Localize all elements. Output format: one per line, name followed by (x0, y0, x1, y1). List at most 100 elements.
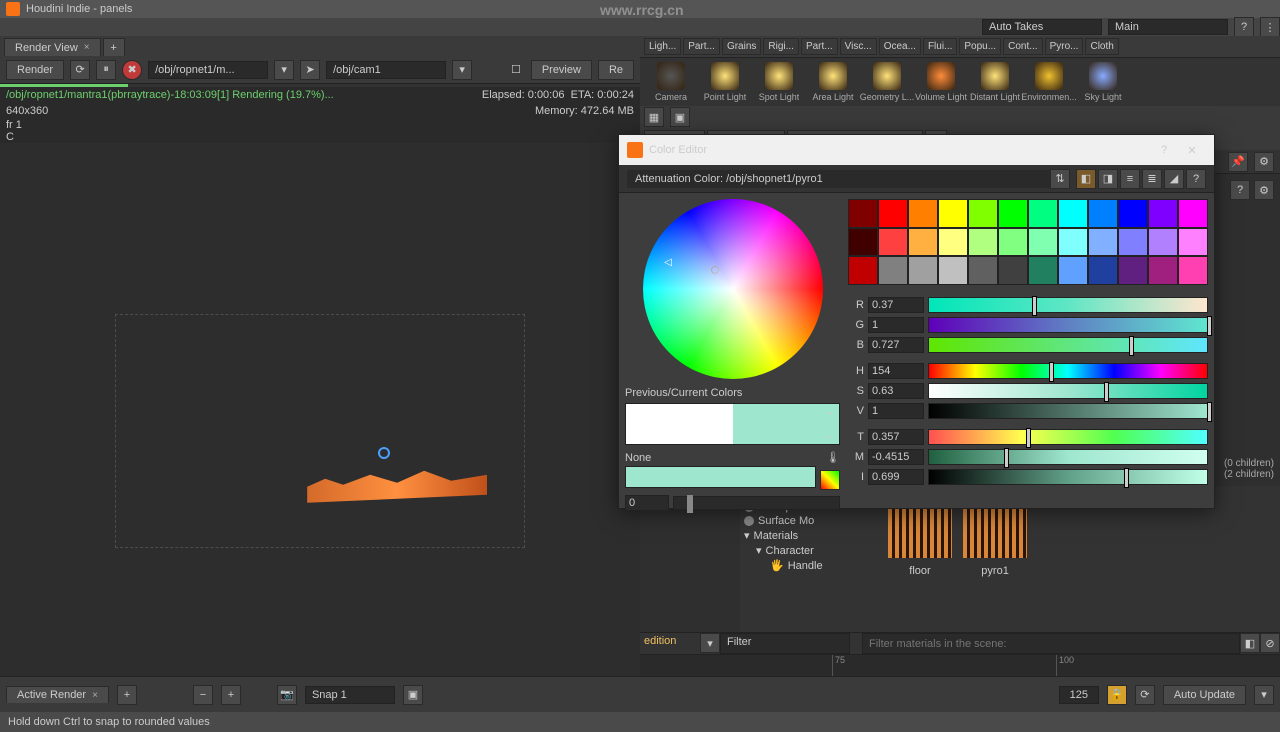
re-button[interactable]: Re (598, 60, 634, 80)
palette-swatch[interactable] (908, 256, 938, 285)
help-icon[interactable]: ? (1234, 17, 1254, 37)
tree-item[interactable]: ▾ Materials (740, 528, 880, 543)
channel-value[interactable]: 0.357 (868, 429, 924, 445)
color-wheel[interactable]: ◁ (643, 199, 823, 379)
palette-swatch[interactable] (1058, 256, 1088, 285)
tree-item[interactable]: 🖐 Handle (740, 558, 880, 573)
shelf-tool[interactable]: Camera (648, 62, 694, 102)
shelf-tool[interactable]: Sky Light (1080, 62, 1126, 102)
channel-slider[interactable] (928, 317, 1208, 333)
mode-icon[interactable]: ≡ (1120, 169, 1140, 189)
chevron-down-icon[interactable]: ▾ (274, 60, 294, 80)
channel-slider[interactable] (928, 337, 1208, 353)
palette-swatch[interactable] (1178, 256, 1208, 285)
shelf-tool[interactable]: Area Light (810, 62, 856, 102)
shelf-tab[interactable]: Pyro... (1045, 38, 1084, 55)
rop-path-field[interactable]: /obj/ropnet1/m... (148, 61, 268, 79)
shelf-tab[interactable]: Flui... (923, 38, 957, 55)
channel-slider[interactable] (928, 469, 1208, 485)
tree-item[interactable]: ▾ Character (740, 543, 880, 558)
palette-swatch[interactable] (938, 199, 968, 228)
render-viewport[interactable] (0, 143, 640, 676)
stop-icon[interactable]: ✖ (122, 60, 142, 80)
tab-active-render[interactable]: Active Render× (6, 686, 109, 703)
help-icon[interactable]: ? (1186, 169, 1206, 189)
palette-swatch[interactable] (968, 199, 998, 228)
shelf-tab[interactable]: Ligh... (644, 38, 681, 55)
shelf-tab[interactable]: Rigi... (763, 38, 799, 55)
gear-icon[interactable]: ⚙ (1254, 180, 1274, 200)
channel-slider[interactable] (928, 429, 1208, 445)
palette-swatch[interactable] (938, 256, 968, 285)
updown-icon[interactable]: ⇅ (1050, 169, 1070, 189)
palette-swatch[interactable] (1118, 199, 1148, 228)
palette-swatch[interactable] (938, 228, 968, 257)
shelf-tab[interactable]: Grains (722, 38, 761, 55)
auto-update-toggle[interactable]: Auto Update (1163, 685, 1246, 705)
eyedropper-icon[interactable]: ◢ (1164, 169, 1184, 189)
mode-icon[interactable]: ◧ (1076, 169, 1096, 189)
link-icon[interactable]: ▣ (403, 685, 423, 705)
pause-icon[interactable]: ⏸ (96, 60, 116, 80)
palette-preset-icon[interactable] (820, 470, 840, 490)
material-assign-icon[interactable]: ◧ (1240, 633, 1260, 653)
palette-swatch[interactable] (1118, 228, 1148, 257)
shelf-tool[interactable]: Distant Light (972, 62, 1018, 102)
palette-swatch[interactable] (1058, 199, 1088, 228)
mode-icon[interactable]: ◨ (1098, 169, 1118, 189)
palette-swatch[interactable] (908, 228, 938, 257)
plus-icon[interactable]: + (221, 685, 241, 705)
palette-swatch[interactable] (968, 256, 998, 285)
shelf-tab[interactable]: Cont... (1003, 38, 1042, 55)
palette-swatch[interactable] (848, 256, 878, 285)
channel-slider[interactable] (928, 297, 1208, 313)
palette-swatch[interactable] (848, 228, 878, 257)
channel-value[interactable]: 0.727 (868, 337, 924, 353)
palette-swatch[interactable] (908, 199, 938, 228)
palette-swatch[interactable] (1088, 228, 1118, 257)
menu-icon[interactable]: ⋮ (1260, 17, 1280, 37)
palette-swatch[interactable] (998, 256, 1028, 285)
snapshot-icon[interactable]: 📷 (277, 685, 297, 705)
help-icon[interactable]: ? (1150, 138, 1178, 162)
close-icon[interactable]: × (84, 42, 90, 53)
gear-icon[interactable]: ⚙ (1254, 152, 1274, 172)
palette-swatch[interactable] (1058, 228, 1088, 257)
snap-field[interactable]: Snap 1 (305, 686, 395, 704)
alpha-field[interactable] (625, 495, 669, 511)
shelf-tool[interactable]: Spot Light (756, 62, 802, 102)
channel-value[interactable]: 1 (868, 403, 924, 419)
palette-swatch[interactable] (1118, 256, 1148, 285)
palette-swatch[interactable] (1148, 228, 1178, 257)
palette-swatch[interactable] (848, 199, 878, 228)
close-icon[interactable]: ✕ (1178, 138, 1206, 162)
filter-materials-input[interactable] (862, 633, 1240, 654)
shelf-tab[interactable]: Part... (683, 38, 720, 55)
shelf-tool[interactable]: Point Light (702, 62, 748, 102)
palette-swatch[interactable] (878, 256, 908, 285)
shelf-tab[interactable]: Part... (801, 38, 838, 55)
chevron-down-icon[interactable]: ▾ (452, 60, 472, 80)
auto-takes-toggle[interactable]: Auto Takes (982, 19, 1102, 35)
shelf-tab[interactable]: Cloth (1085, 38, 1118, 55)
pane-icon[interactable]: ▣ (670, 107, 690, 127)
channel-value[interactable]: 0.699 (868, 469, 924, 485)
channel-slider[interactable] (928, 363, 1208, 379)
lock-icon[interactable]: 🔒 (1107, 685, 1127, 705)
prev-current-swatch[interactable]: →← (625, 403, 840, 445)
shelf-tab[interactable]: Visc... (840, 38, 877, 55)
palette-swatch[interactable] (1028, 199, 1058, 228)
color-editor-titlebar[interactable]: Color Editor ? ✕ (619, 135, 1214, 165)
palette-swatch[interactable] (878, 199, 908, 228)
chevron-down-icon[interactable]: ▾ (700, 633, 720, 653)
pane-icon[interactable]: ▦ (644, 107, 664, 127)
palette-swatch[interactable] (968, 228, 998, 257)
camera-path-field[interactable]: /obj/cam1 (326, 61, 446, 79)
channel-slider[interactable] (928, 383, 1208, 399)
chevron-down-icon[interactable]: ▾ (1254, 685, 1274, 705)
add-tab-button[interactable]: + (103, 38, 125, 56)
take-selector[interactable]: Main (1108, 19, 1228, 35)
palette-swatch[interactable] (998, 199, 1028, 228)
material-clear-icon[interactable]: ⊘ (1260, 633, 1280, 653)
color-palette[interactable] (848, 199, 1208, 285)
